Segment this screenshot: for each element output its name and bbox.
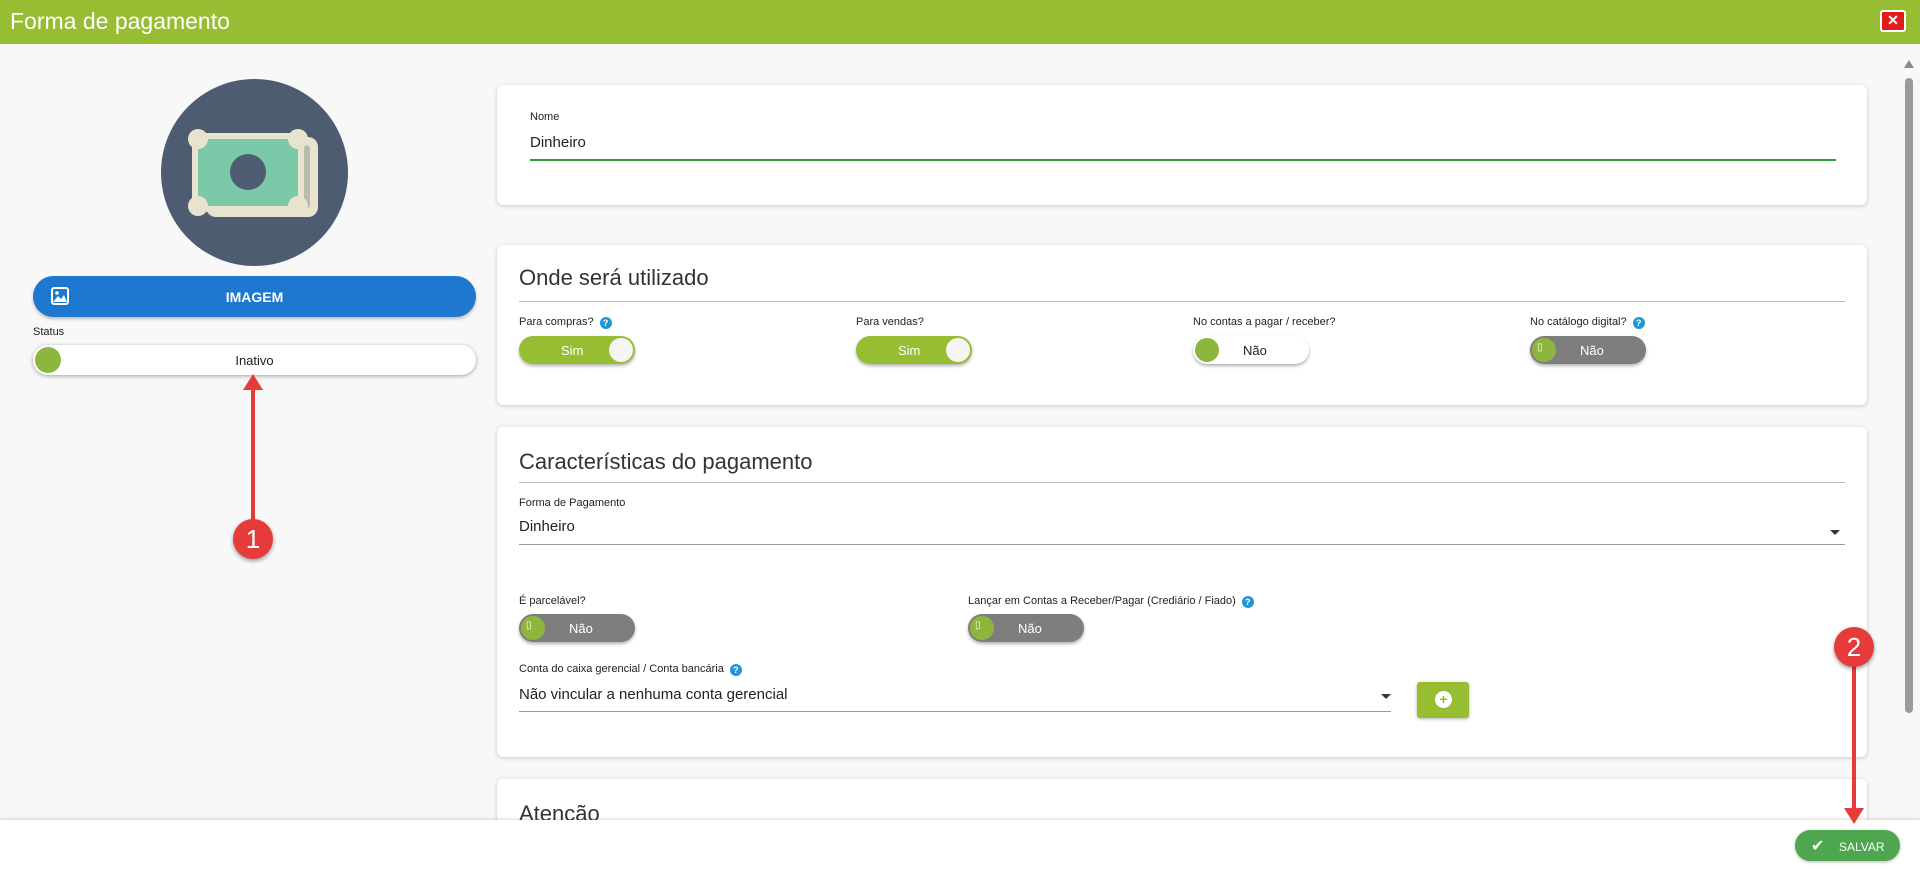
- sales-toggle[interactable]: Sim: [856, 336, 972, 364]
- catalog-toggle[interactable]: ▯ Não: [1530, 336, 1646, 364]
- sales-toggle-label: Para vendas?: [856, 316, 924, 328]
- footer-bar: ✔ SALVAR: [0, 820, 1920, 869]
- payment-avatar: [161, 79, 348, 266]
- status-value: Inativo: [235, 353, 274, 368]
- save-button-label: SALVAR: [1839, 840, 1885, 854]
- add-account-button[interactable]: +: [1417, 682, 1469, 718]
- save-button[interactable]: ✔ SALVAR: [1795, 830, 1900, 861]
- payment-method-value: Dinheiro: [519, 518, 575, 535]
- sales-toggle-value: Sim: [898, 343, 921, 358]
- toggle-knob-icon: ▯: [1537, 342, 1543, 353]
- name-input[interactable]: Dinheiro: [530, 134, 586, 151]
- status-toggle[interactable]: Inativo: [33, 345, 476, 375]
- annotation-badge-2: 2: [1834, 627, 1874, 667]
- close-icon: ✕: [1887, 12, 1899, 28]
- toggle-knob: [970, 616, 994, 640]
- payment-card-divider: [519, 482, 1845, 483]
- toggle-knob-icon: ▯: [975, 620, 981, 631]
- catalog-toggle-label: No catálogo digital??: [1530, 316, 1645, 329]
- title-bar: Forma de pagamento ✕: [0, 0, 1920, 44]
- installment-toggle[interactable]: ▯ Não: [519, 614, 635, 642]
- installment-label: É parcelável?: [519, 595, 586, 607]
- installment-toggle-value: Não: [569, 621, 593, 636]
- scrollbar-thumb[interactable]: [1905, 78, 1913, 713]
- bank-account-value: Não vincular a nenhuma conta gerencial: [519, 686, 788, 703]
- image-button[interactable]: IMAGEM: [33, 276, 476, 317]
- payment-card-title: Características do pagamento: [519, 449, 813, 474]
- plus-circle-icon: +: [1435, 691, 1452, 708]
- image-button-label: IMAGEM: [225, 289, 284, 305]
- accounts-toggle-value: Não: [1018, 621, 1042, 636]
- chevron-down-icon: [1830, 530, 1840, 535]
- usage-card-title: Onde será utilizado: [519, 265, 709, 290]
- payables-toggle-value: Não: [1243, 343, 1267, 358]
- help-icon[interactable]: ?: [1241, 596, 1254, 608]
- catalog-toggle-value: Não: [1580, 343, 1604, 358]
- payment-method-label: Forma de Pagamento: [519, 497, 626, 509]
- toggle-knob: [609, 338, 633, 362]
- help-icon[interactable]: ?: [1632, 317, 1645, 329]
- scrollbar[interactable]: [1904, 60, 1914, 820]
- help-icon[interactable]: ?: [599, 317, 612, 329]
- name-label: Nome: [530, 111, 560, 123]
- accounts-label: Lançar em Contas a Receber/Pagar (Crediá…: [968, 595, 1254, 608]
- usage-card: Onde será utilizado Para compras?? Sim P…: [497, 245, 1867, 405]
- purchases-toggle[interactable]: Sim: [519, 336, 635, 364]
- chevron-down-icon: [1381, 694, 1391, 699]
- payment-card: Características do pagamento Forma de Pa…: [497, 427, 1867, 757]
- toggle-knob: [1532, 338, 1556, 362]
- help-icon[interactable]: ?: [729, 664, 742, 676]
- payables-toggle[interactable]: Não: [1193, 336, 1309, 364]
- accounts-toggle[interactable]: ▯ Não: [968, 614, 1084, 642]
- annotation-badge-1: 1: [233, 519, 273, 559]
- usage-card-divider: [519, 301, 1845, 302]
- status-label: Status: [33, 326, 65, 338]
- purchases-toggle-label: Para compras??: [519, 316, 612, 329]
- toggle-knob: [521, 616, 545, 640]
- toggle-knob-icon: ▯: [526, 620, 532, 631]
- close-button[interactable]: ✕: [1880, 10, 1906, 32]
- scroll-up-arrow[interactable]: [1904, 60, 1914, 68]
- toggle-knob: [946, 338, 970, 362]
- annotation-arrow-2: [1844, 660, 1864, 824]
- name-input-underline: [530, 159, 1836, 161]
- annotation-arrow-1: [243, 374, 263, 524]
- bank-account-label: Conta do caixa gerencial / Conta bancári…: [519, 663, 742, 676]
- bank-account-select[interactable]: Não vincular a nenhuma conta gerencial: [519, 681, 1391, 712]
- name-card: Nome Dinheiro: [497, 85, 1867, 205]
- payment-method-select[interactable]: Dinheiro: [519, 515, 1845, 545]
- toggle-knob: [1195, 338, 1219, 362]
- payables-toggle-label: No contas a pagar / receber?: [1193, 316, 1336, 328]
- money-bill-icon: [188, 129, 318, 217]
- window-title: Forma de pagamento: [10, 8, 230, 34]
- purchases-toggle-value: Sim: [561, 343, 584, 358]
- check-icon: ✔: [1811, 838, 1825, 855]
